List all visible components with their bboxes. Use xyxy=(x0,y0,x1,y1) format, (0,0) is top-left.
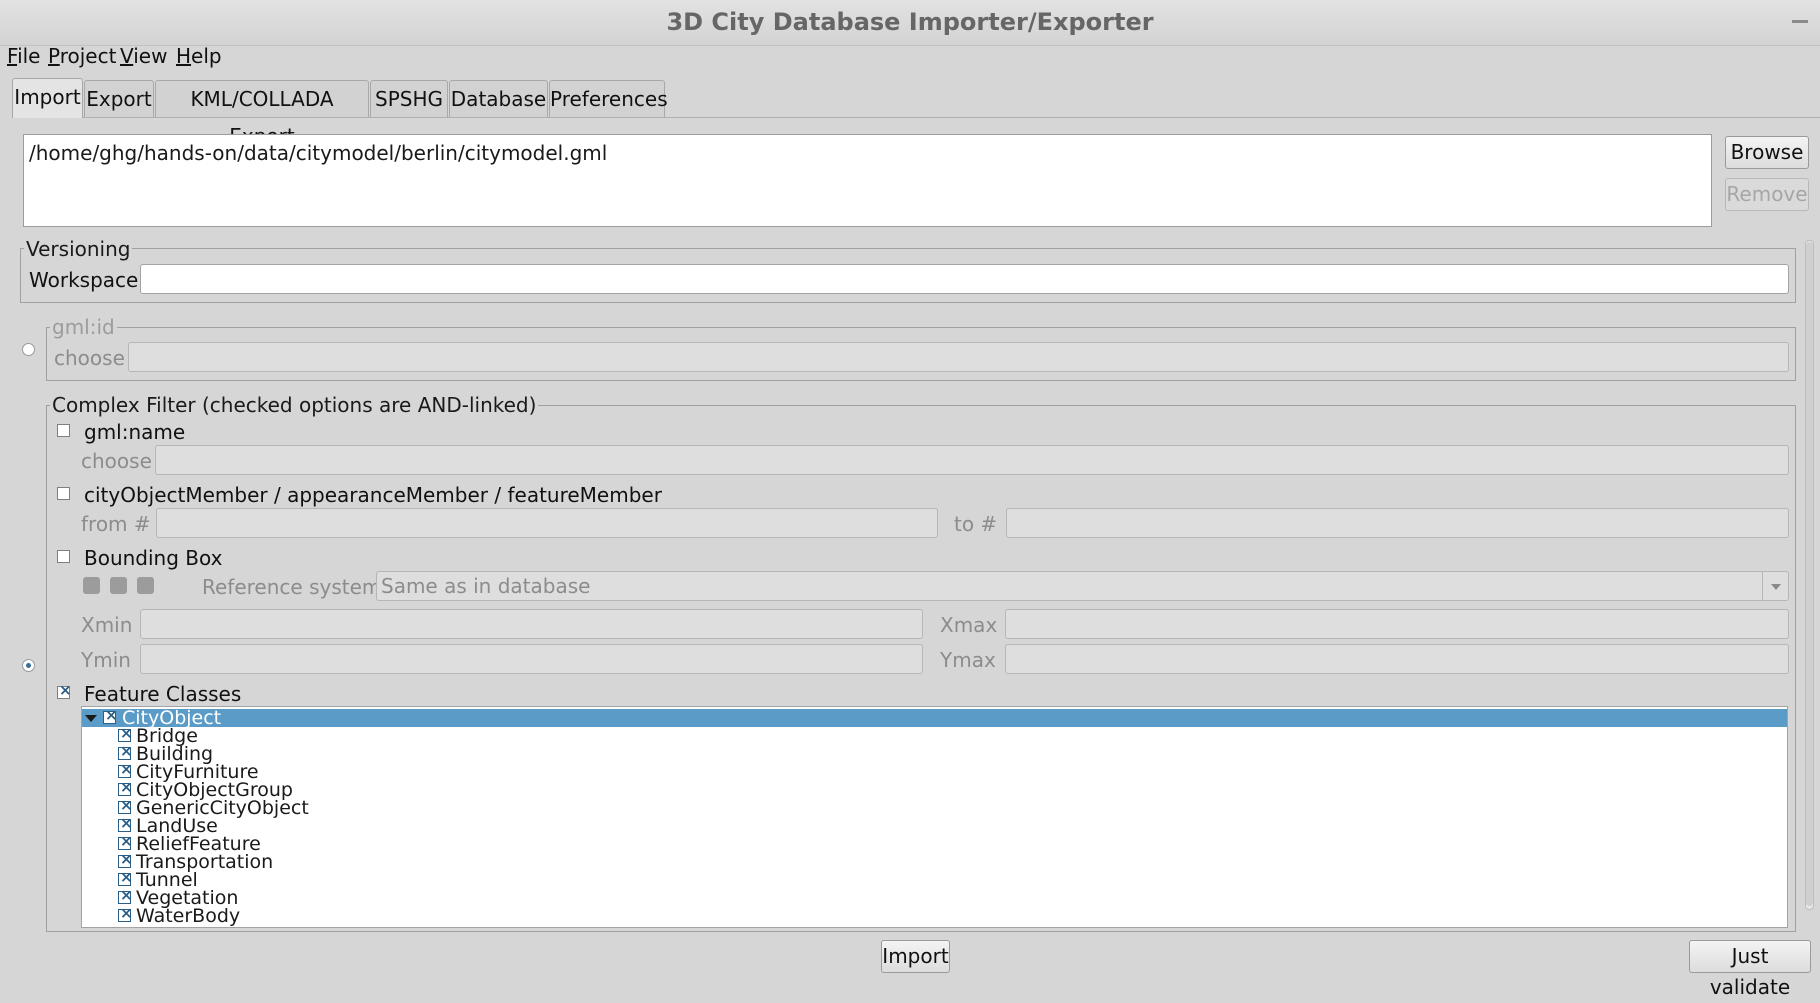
ymax-input[interactable] xyxy=(1005,644,1789,674)
tree-row-building[interactable]: Building xyxy=(82,742,1787,764)
checkbox-icon[interactable] xyxy=(118,760,133,778)
gmlname-choose-label: choose xyxy=(81,449,152,473)
checkbox-icon[interactable] xyxy=(118,850,133,868)
menu-project[interactable]: Project xyxy=(48,44,116,68)
reference-system-select[interactable]: Same as in database xyxy=(376,571,1789,601)
checkbox-icon[interactable] xyxy=(118,796,133,814)
window-title: 3D City Database Importer/Exporter xyxy=(666,8,1154,36)
workspace-label: Workspace xyxy=(29,268,139,292)
tab-kml-collada-export[interactable]: KML/COLLADA Export xyxy=(155,80,369,148)
versioning-legend: Versioning xyxy=(24,237,133,261)
ymax-label: Ymax xyxy=(940,648,996,672)
browse-button[interactable]: Browse xyxy=(1725,136,1809,169)
minimize-icon[interactable] xyxy=(1792,20,1808,23)
from-input[interactable] xyxy=(156,508,938,538)
member-label: cityObjectMember / appearanceMember / fe… xyxy=(84,483,662,507)
feature-classes-label: Feature Classes xyxy=(84,682,242,706)
tree-row-landuse[interactable]: LandUse xyxy=(82,814,1787,836)
bbox-copy-icon[interactable] xyxy=(110,577,127,594)
tab-database[interactable]: Database xyxy=(449,80,548,117)
chevron-down-icon[interactable] xyxy=(1762,572,1788,600)
file-list[interactable]: /home/ghg/hands-on/data/citymodel/berlin… xyxy=(23,134,1712,227)
gmlname-checkbox[interactable] xyxy=(57,424,70,437)
xmin-label: Xmin xyxy=(81,613,133,637)
tree-row-cityfurniture[interactable]: CityFurniture xyxy=(82,760,1787,782)
tree-row-cityobject[interactable]: CityObject xyxy=(82,707,1787,728)
checkbox-icon[interactable] xyxy=(103,707,118,724)
gmlid-legend: gml:id xyxy=(50,315,117,339)
tree-row-waterbody[interactable]: WaterBody xyxy=(82,904,1787,927)
tab-import[interactable]: Import xyxy=(12,78,83,118)
xmax-label: Xmax xyxy=(940,613,998,637)
tree-row-genericcityobject[interactable]: GenericCityObject xyxy=(82,796,1787,818)
checkbox-icon[interactable] xyxy=(118,814,133,832)
gmlname-label: gml:name xyxy=(84,420,186,444)
tree-row-transportation[interactable]: Transportation xyxy=(82,850,1787,872)
import-button[interactable]: Import xyxy=(881,940,950,973)
feature-class-tree[interactable]: CityObject Bridge Building CityFurniture… xyxy=(81,706,1788,928)
gmlid-choose-label: choose xyxy=(54,346,125,370)
menu-help[interactable]: Help xyxy=(176,44,222,68)
workspace-input[interactable] xyxy=(140,264,1789,294)
complex-filter-radio[interactable] xyxy=(22,659,35,672)
tree-row-tunnel[interactable]: Tunnel xyxy=(82,868,1787,890)
ymin-label: Ymin xyxy=(81,648,131,672)
tab-export[interactable]: Export xyxy=(84,80,154,117)
complex-filter-legend: Complex Filter (checked options are AND-… xyxy=(50,393,539,417)
just-validate-button[interactable]: Just validate xyxy=(1689,940,1811,999)
tab-preferences[interactable]: Preferences xyxy=(549,80,668,117)
scrollbar-thumb[interactable] xyxy=(1806,242,1813,906)
reference-system-label: Reference system xyxy=(202,575,382,599)
tree-label: WaterBody xyxy=(136,905,241,927)
checkbox-icon[interactable] xyxy=(118,778,133,796)
expand-icon[interactable] xyxy=(85,715,97,722)
checkbox-icon[interactable] xyxy=(118,868,133,886)
checkbox-icon[interactable] xyxy=(118,904,133,922)
tree-row-vegetation[interactable]: Vegetation xyxy=(82,886,1787,908)
gmlid-radio[interactable] xyxy=(22,343,35,356)
checkbox-icon[interactable] xyxy=(118,724,133,742)
remove-button[interactable]: Remove xyxy=(1725,178,1809,211)
to-input[interactable] xyxy=(1006,508,1789,538)
member-checkbox[interactable] xyxy=(57,487,70,500)
xmin-input[interactable] xyxy=(140,609,923,639)
gmlname-input[interactable] xyxy=(155,445,1789,475)
tree-row-cityobjectgroup[interactable]: CityObjectGroup xyxy=(82,778,1787,800)
from-label: from # xyxy=(81,512,151,536)
checkbox-icon[interactable] xyxy=(118,886,133,904)
ymin-input[interactable] xyxy=(140,644,923,674)
bbox-map-icon[interactable] xyxy=(83,577,100,594)
tree-row-bridge[interactable]: Bridge xyxy=(82,724,1787,746)
to-label: to # xyxy=(954,512,998,536)
tab-spshg[interactable]: SPSHG xyxy=(370,80,448,117)
feature-classes-checkbox[interactable] xyxy=(57,681,72,699)
checkbox-icon[interactable] xyxy=(118,742,133,760)
file-path[interactable]: /home/ghg/hands-on/data/citymodel/berlin… xyxy=(29,141,607,165)
menu-view[interactable]: View xyxy=(120,44,167,68)
bbox-checkbox[interactable] xyxy=(57,550,70,563)
bbox-paste-icon[interactable] xyxy=(137,577,154,594)
menu-bar xyxy=(0,42,1820,76)
menu-file[interactable]: File xyxy=(7,44,40,68)
reference-system-value: Same as in database xyxy=(381,574,591,598)
checkbox-icon[interactable] xyxy=(118,832,133,850)
xmax-input[interactable] xyxy=(1005,609,1789,639)
bbox-label: Bounding Box xyxy=(84,546,223,570)
gmlid-input[interactable] xyxy=(128,342,1789,372)
tree-row-relieffeature[interactable]: ReliefFeature xyxy=(82,832,1787,854)
